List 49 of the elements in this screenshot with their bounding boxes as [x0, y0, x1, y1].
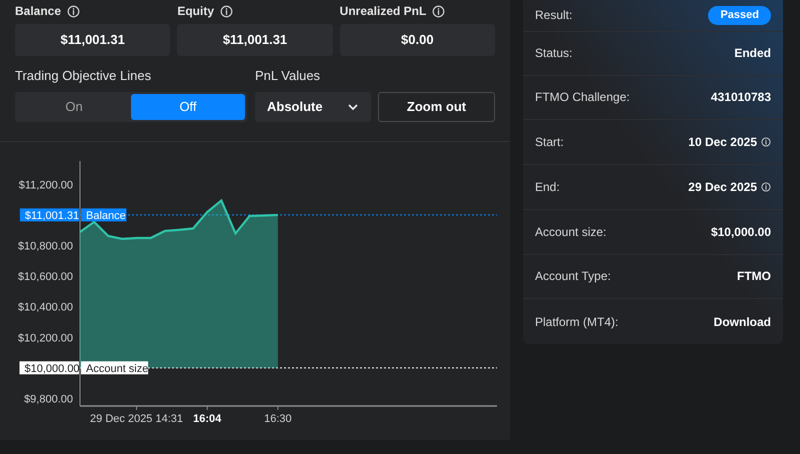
download-link[interactable]: Download: [714, 312, 771, 331]
ref-line-label: Account size: [86, 362, 148, 374]
axis-label: $10,400.00: [18, 301, 73, 314]
axis-label: $10,600.00: [18, 270, 73, 283]
detail-label: FTMO Challenge:: [535, 89, 630, 106]
detail-label: Status:: [535, 45, 572, 62]
tick-mark: [206, 405, 208, 410]
pnl-select[interactable]: Absolute: [255, 92, 371, 122]
detail-value: FTMO: [737, 268, 771, 286]
detail-value: 431010783: [710, 89, 771, 106]
toggle-option[interactable]: On: [17, 94, 131, 120]
axis-label: $11,200.00: [18, 179, 73, 192]
zoom-out-button[interactable]: Zoom out: [378, 92, 495, 122]
detail-value: 10 Dec 2025: [688, 134, 757, 152]
detail-label: Platform (MT4):: [535, 314, 618, 331]
axis-label: 16:30: [264, 412, 292, 424]
info-icon: [67, 4, 80, 18]
value-badge: $10,000.00: [20, 360, 80, 374]
info-icon: [432, 4, 446, 18]
detail-label: Result:: [535, 7, 572, 24]
axis-label: $9,800.00: [24, 392, 73, 405]
series-label: Balance: [86, 209, 126, 222]
axis-label: $10,200.00: [18, 332, 73, 344]
detail-value: $10,000.00: [710, 224, 771, 241]
line-label: Balance: [81, 208, 126, 222]
stat-value: $11,001.31: [177, 24, 333, 56]
axis-label: $10,800.00: [18, 240, 73, 252]
toggle-option[interactable]: Off: [131, 94, 245, 120]
stat-label: Equity: [177, 3, 214, 20]
tick-mark: [136, 405, 138, 410]
line-label: Account size: [81, 360, 148, 374]
detail-label: Account size:: [535, 224, 606, 241]
stat-value: $11,001.31: [15, 24, 170, 56]
axis-label: 16:04: [193, 412, 222, 424]
info-icon: [220, 4, 233, 18]
stat-label: Unrealized PnL: [340, 3, 426, 20]
axis-label: 29 Dec 2025 14:31: [90, 412, 184, 424]
value-badge: $11,001.31: [20, 208, 80, 222]
field-label: PnL Values: [255, 67, 322, 85]
detail-value: 29 Dec 2025: [688, 178, 757, 196]
status-badge: Passed: [708, 6, 771, 25]
detail-label: End:: [535, 178, 560, 196]
detail-value: Ended: [734, 45, 771, 62]
detail-label: Account Type:: [535, 268, 611, 286]
stat-value: $0.00: [340, 24, 495, 56]
stat-label: Balance: [15, 3, 62, 20]
field-label: Trading Objective Lines: [15, 67, 152, 85]
detail-label: Start:: [535, 134, 564, 152]
tick-mark: [277, 405, 278, 410]
